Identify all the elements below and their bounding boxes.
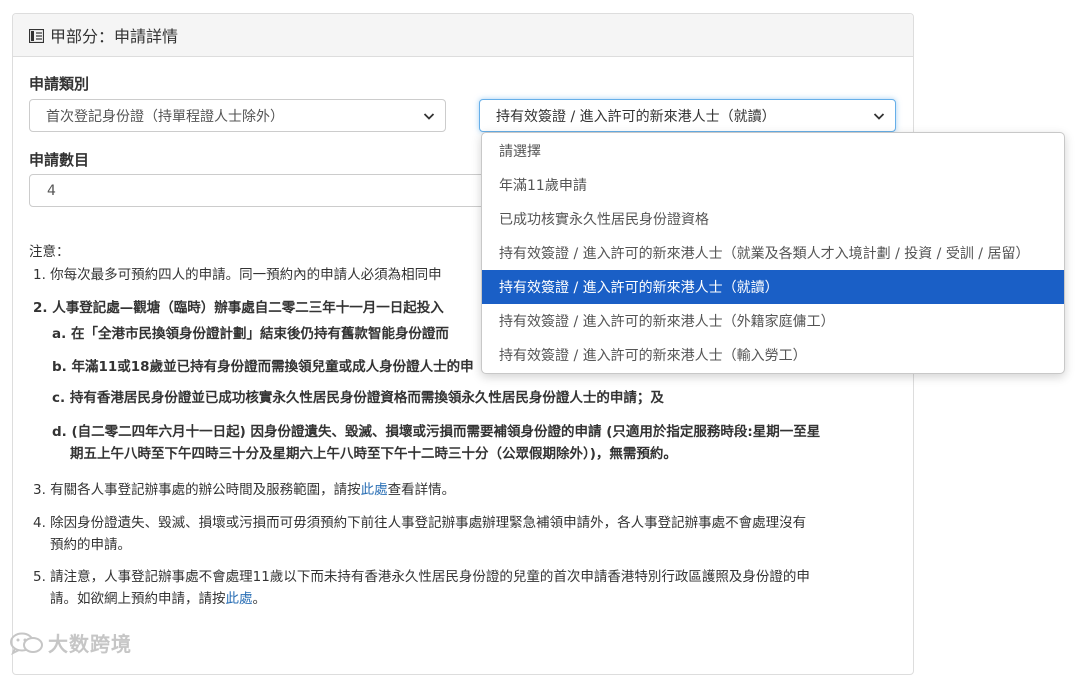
subcategory-select-value: 持有效簽證 / 進入許可的新來港人士（就讀） bbox=[496, 108, 776, 125]
panel-header: 甲部分：申請詳情 bbox=[13, 14, 913, 57]
note-3-suffix: 查看詳情。 bbox=[387, 482, 456, 498]
dropdown-option[interactable]: 已成功核實永久性居民身份證資格 bbox=[482, 202, 1064, 236]
note-5-link[interactable]: 此處 bbox=[226, 591, 253, 607]
note-5-text: 請。如欲網上預約申請，請按 bbox=[50, 591, 226, 607]
panel-title: 甲部分：申請詳情 bbox=[50, 27, 179, 46]
dropdown-option[interactable]: 持有效簽證 / 進入許可的新來港人士（輸入勞工） bbox=[482, 338, 1064, 372]
dropdown-option[interactable]: 持有效簽證 / 進入許可的新來港人士（外籍家庭傭工） bbox=[482, 304, 1064, 338]
note-2a: a. 在「全港市民換領身份證計劃」結束後仍持有舊款智能身份證而 bbox=[52, 326, 449, 342]
chevron-down-icon bbox=[423, 113, 435, 120]
note-3-text: 3. 有關各人事登記辦事處的辦公時間及服務範圍，請按 bbox=[33, 482, 361, 498]
category-label: 申請類別 bbox=[29, 75, 90, 93]
note-2c: c. 持有香港居民身份證並已成功核實永久性居民身份證資格而需換領永久性居民身份證… bbox=[52, 390, 664, 406]
watermark-text: 大数跨境 bbox=[48, 632, 132, 656]
notes-heading: 注意： bbox=[29, 244, 70, 260]
dropdown-option[interactable]: 年滿11歲申請 bbox=[482, 168, 1064, 202]
note-1: 1. 你每次最多可預約四人的申請。同一預約內的申請人必須為相同申 bbox=[33, 267, 442, 283]
subcategory-select[interactable]: 持有效簽證 / 進入許可的新來港人士（就讀） bbox=[479, 99, 896, 132]
note-3-link[interactable]: 此處 bbox=[361, 482, 388, 498]
note-2: 2. 人事登記處—觀塘（臨時）辦事處自二零二三年十一月一日起投入 bbox=[33, 300, 444, 316]
count-label: 申請數目 bbox=[29, 151, 90, 169]
subcategory-dropdown-list: 請選擇 年滿11歲申請 已成功核實永久性居民身份證資格 持有效簽證 / 進入許可… bbox=[481, 132, 1065, 374]
category-select[interactable]: 首次登記身份證（持單程證人士除外） bbox=[29, 99, 446, 132]
count-value: 4 bbox=[47, 182, 56, 199]
note-4-line1: 4. 除因身份證遺失、毀滅、損壞或污損而可毋須預約下前往人事登記辦事處辦理緊急補… bbox=[33, 515, 807, 531]
category-select-value: 首次登記身份證（持單程證人士除外） bbox=[46, 108, 284, 125]
watermark: 大数跨境 bbox=[8, 628, 132, 657]
note-2d-line1: d. (自二零二四年六月十一日起) 因身份證遺失、毀滅、損壞或污損而需要補領身份… bbox=[52, 424, 821, 440]
dropdown-option[interactable]: 請選擇 bbox=[482, 134, 1064, 168]
note-5-suffix: 。 bbox=[252, 591, 267, 607]
note-4-line2: 預約的申請。 bbox=[50, 537, 131, 553]
book-icon bbox=[28, 28, 45, 44]
dropdown-option-selected[interactable]: 持有效簽證 / 進入許可的新來港人士（就讀） bbox=[482, 270, 1064, 304]
count-input[interactable]: 4 bbox=[29, 174, 499, 207]
dropdown-option[interactable]: 持有效簽證 / 進入許可的新來港人士（就業及各類人才入境計劃 / 投資 / 受訓… bbox=[482, 236, 1064, 270]
wechat-logo-icon bbox=[10, 632, 43, 655]
note-2d-line2: 期五上午八時至下午四時三十分及星期六上午八時至下午十二時三十分（公眾假期除外）)… bbox=[70, 446, 677, 462]
note-5-line1: 5. 請注意，人事登記辦事處不會處理11歲以下而未持有香港永久性居民身份證的兒童… bbox=[33, 569, 810, 585]
note-2b: b. 年滿11或18歲並已持有身份證而需換領兒童或成人身份證人士的申 bbox=[52, 359, 474, 375]
chevron-down-icon bbox=[873, 113, 885, 120]
